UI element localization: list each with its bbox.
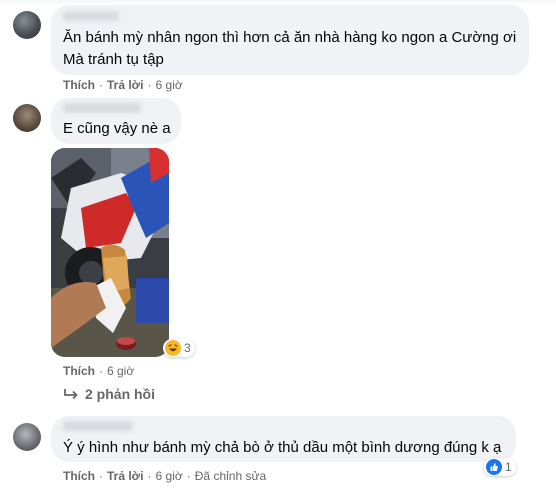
- timestamp[interactable]: 6 giờ: [156, 78, 183, 92]
- comment-text-line: Mà tránh tụ tập: [63, 51, 164, 68]
- comment-photo[interactable]: [51, 148, 169, 357]
- like-reaction-icon: [486, 459, 502, 475]
- timestamp[interactable]: 6 giờ: [156, 469, 183, 483]
- separator: ·: [147, 78, 152, 92]
- timestamp[interactable]: 6 giờ: [107, 364, 134, 378]
- author-name-redacted[interactable]: [63, 11, 119, 21]
- comment-reactions[interactable]: 1: [484, 458, 516, 476]
- author-name-redacted[interactable]: [63, 103, 141, 113]
- reaction-pill[interactable]: 3: [163, 339, 195, 357]
- reply-link[interactable]: Trả lời: [107, 469, 144, 483]
- comment-text: Ý ý hình như bánh mỳ chả bò ở thủ dầu mộ…: [63, 439, 502, 456]
- avatar[interactable]: [13, 423, 41, 451]
- replies-count-label: 2 phản hồi: [85, 386, 155, 402]
- reaction-pill[interactable]: 1: [484, 458, 516, 476]
- separator: ·: [99, 364, 103, 378]
- comment-actions: Thích · Trả lời · 6 giờ: [63, 78, 183, 92]
- comment-text-line: Ăn bánh mỳ nhân ngon thì hơn cả ăn nhà h…: [63, 29, 517, 46]
- reply-arrow-icon: [64, 389, 78, 400]
- avatar[interactable]: [13, 11, 41, 39]
- separator: ·: [99, 469, 103, 483]
- reply-link[interactable]: Trả lời: [107, 78, 144, 92]
- separator: ·: [186, 469, 191, 483]
- photo-reactions[interactable]: 3: [163, 339, 195, 357]
- reaction-count: 3: [184, 341, 191, 355]
- separator: ·: [147, 469, 152, 483]
- avatar[interactable]: [13, 104, 41, 132]
- edited-label[interactable]: Đã chỉnh sửa: [195, 469, 266, 483]
- view-replies-link[interactable]: 2 phản hồi: [63, 386, 155, 402]
- comment-bubble: E cũng vậy nè a: [51, 98, 181, 144]
- reaction-count: 1: [505, 460, 512, 474]
- comment-bubble: Ý ý hình như bánh mỳ chả bò ở thủ dầu mộ…: [51, 416, 516, 462]
- comment-actions: Thích · Trả lời · 6 giờ · Đã chỉnh sửa: [63, 469, 266, 483]
- author-name-redacted[interactable]: [63, 421, 133, 431]
- comment-bubble: Ăn bánh mỳ nhân ngon thì hơn cả ăn nhà h…: [51, 5, 529, 75]
- separator: ·: [99, 78, 103, 92]
- haha-reaction-icon: [165, 340, 181, 356]
- like-link[interactable]: Thích: [63, 469, 95, 483]
- photo-motorbike-banh-mi: [51, 148, 169, 357]
- comment-actions: Thích · 6 giờ: [63, 364, 134, 378]
- like-link[interactable]: Thích: [63, 364, 95, 378]
- like-link[interactable]: Thích: [63, 78, 95, 92]
- comment-text: E cũng vậy nè a: [63, 120, 171, 137]
